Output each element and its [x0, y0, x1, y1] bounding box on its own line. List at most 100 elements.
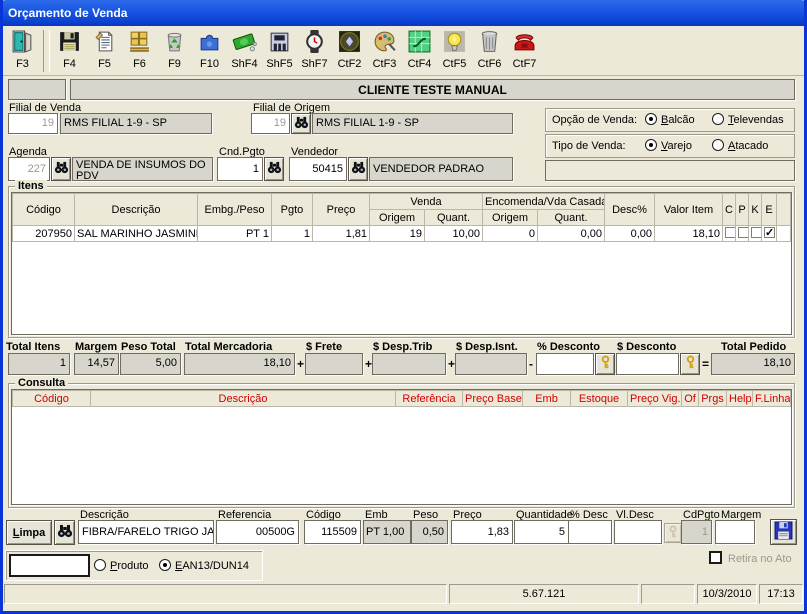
- consulta-col-preco-base[interactable]: Preço Base: [462, 390, 523, 407]
- col-k[interactable]: K: [748, 193, 763, 226]
- col-preco[interactable]: Preço: [312, 193, 370, 226]
- vendedor-code-field[interactable]: 50415: [289, 157, 347, 181]
- col-c[interactable]: C: [722, 193, 737, 226]
- toolbar-button-shf4[interactable]: ShF4: [227, 28, 262, 74]
- toolbar-button-label: ShF5: [266, 58, 293, 70]
- toolbar-button-f9[interactable]: F9: [157, 28, 192, 74]
- consulta-col-help[interactable]: Help: [726, 390, 753, 407]
- table-row[interactable]: 207950 SAL MARINHO JASMINE PT 1 1 1,81 1…: [12, 225, 791, 242]
- cell-venda-quant: 10,00: [423, 225, 484, 242]
- toolbar-button-f3[interactable]: F3: [5, 28, 40, 74]
- checkbox-e[interactable]: [764, 226, 776, 239]
- toolbar-button-ctf2[interactable]: CtF2: [332, 28, 367, 74]
- header-left-box: [8, 79, 66, 100]
- binoculars-icon: [351, 161, 366, 177]
- col-descricao[interactable]: Descrição: [74, 193, 198, 226]
- consulta-col-preco-vig[interactable]: Preço Vig.: [627, 390, 682, 407]
- entry-save-button[interactable]: [770, 519, 797, 545]
- consulta-col-descricao[interactable]: Descrição: [90, 390, 396, 407]
- entry-search-button[interactable]: [54, 520, 75, 545]
- consulta-col-estoque[interactable]: Estoque: [570, 390, 628, 407]
- pct-desconto-label: % Desconto: [537, 341, 600, 353]
- filial-origem-code-field[interactable]: 19: [251, 113, 290, 134]
- consulta-col-referencia[interactable]: Referência: [395, 390, 463, 407]
- col-emb-peso[interactable]: Embg./Peso: [197, 193, 272, 226]
- entry-pct-desc-field[interactable]: [568, 520, 612, 544]
- frete-field: [305, 353, 363, 375]
- entry-margem-field[interactable]: [715, 520, 755, 544]
- filial-origem-search-button[interactable]: [291, 113, 311, 134]
- barcode-panel: Produto EAN13/DUN14: [5, 550, 263, 581]
- checkbox-p[interactable]: [738, 226, 748, 238]
- radio-balcao[interactable]: [645, 113, 657, 125]
- radio-produto-label[interactable]: Produto: [110, 561, 149, 572]
- desconto-key-button[interactable]: [680, 353, 700, 375]
- toolbar-button-f5[interactable]: F5: [87, 28, 122, 74]
- radio-varejo-label[interactable]: Varejo: [661, 141, 692, 152]
- radio-televendas-label[interactable]: Televendas: [728, 115, 784, 126]
- toolbar-button-ctf4[interactable]: CtF4: [402, 28, 437, 74]
- pct-desconto-field[interactable]: [536, 353, 594, 375]
- toolbar-button-f6[interactable]: F6: [122, 28, 157, 74]
- radio-atacado[interactable]: [712, 139, 724, 151]
- toolbar-button-ctf6[interactable]: CtF6: [472, 28, 507, 74]
- checkbox-c[interactable]: [725, 226, 735, 238]
- consulta-grid-area[interactable]: Código Descrição Referência Preço Base E…: [11, 389, 792, 505]
- consulta-col-emb[interactable]: Emb: [522, 390, 571, 407]
- radio-produto[interactable]: [94, 559, 106, 571]
- filial-venda-code-field[interactable]: 19: [8, 113, 58, 134]
- toolbar-button-ctf5[interactable]: CtF5: [437, 28, 472, 74]
- consulta-col-prgs[interactable]: Prgs: [698, 390, 727, 407]
- radio-ean13[interactable]: [159, 559, 171, 571]
- radio-varejo[interactable]: [645, 139, 657, 151]
- entry-quantidade-field[interactable]: 5: [514, 520, 569, 544]
- entry-preco-field[interactable]: 1,83: [451, 520, 513, 544]
- consulta-col-flinha[interactable]: F.Linha: [752, 390, 791, 407]
- radio-atacado-label[interactable]: Atacado: [728, 141, 768, 152]
- cnd-pgto-search-button[interactable]: [264, 157, 284, 181]
- consulta-col-codigo[interactable]: Código: [12, 390, 91, 407]
- entry-referencia-field[interactable]: 00500G: [216, 520, 299, 544]
- toolbar-button-shf7[interactable]: ShF7: [297, 28, 332, 74]
- radio-televendas[interactable]: [712, 113, 724, 125]
- cell-venda-origem: 19: [369, 225, 425, 242]
- toolbar-button-label: CtF6: [477, 58, 502, 70]
- vendedor-name-display: VENDEDOR PADRAO: [369, 157, 513, 181]
- entry-codigo-field[interactable]: 115509: [304, 520, 361, 544]
- toolbar-button-ctf7[interactable]: CtF7: [507, 28, 542, 74]
- toolbar-button-shf5[interactable]: ShF5: [262, 28, 297, 74]
- desconto-field[interactable]: [616, 353, 679, 375]
- col-p[interactable]: P: [735, 193, 750, 226]
- col-desc-pct[interactable]: Desc%: [604, 193, 656, 226]
- margem-label: Margem: [75, 341, 118, 353]
- toolbar-button-f10[interactable]: F10: [192, 28, 227, 74]
- col-venda-origem[interactable]: Origem: [369, 209, 425, 226]
- retira-no-ato-checkbox[interactable]: [709, 551, 722, 564]
- itens-grid-area[interactable]: Código Descrição Embg./Peso Pgto Preço V…: [11, 192, 792, 335]
- vendedor-search-button[interactable]: [348, 157, 368, 181]
- col-venda-quant[interactable]: Quant.: [423, 209, 484, 226]
- total-pedido-label: Total Pedido: [721, 341, 787, 353]
- col-enc-quant[interactable]: Quant.: [537, 209, 606, 226]
- checkbox-k[interactable]: [751, 226, 761, 238]
- limpa-button[interactable]: Limpa: [6, 520, 52, 545]
- agenda-code-field[interactable]: 227: [8, 157, 50, 181]
- title-bar[interactable]: Orçamento de Venda: [3, 0, 804, 26]
- col-pgto[interactable]: Pgto: [271, 193, 313, 226]
- radio-ean13-label[interactable]: EAN13/DUN14: [175, 561, 249, 572]
- toolbar-button-f4[interactable]: F4: [52, 28, 87, 74]
- cnd-pgto-field[interactable]: 1: [217, 157, 263, 181]
- col-e[interactable]: E: [761, 193, 778, 226]
- agenda-search-button[interactable]: [51, 157, 71, 181]
- entry-descricao-field[interactable]: FIBRA/FARELO TRIGO JA: [78, 520, 214, 544]
- pct-desconto-key-button[interactable]: [595, 353, 615, 375]
- entry-vl-desc-field[interactable]: [614, 520, 662, 544]
- col-valor-item[interactable]: Valor Item: [654, 193, 724, 226]
- col-enc-origem[interactable]: Origem: [482, 209, 539, 226]
- col-codigo[interactable]: Código: [12, 193, 75, 226]
- barcode-input[interactable]: [9, 554, 90, 577]
- status-date-panel: 10/3/2010: [697, 584, 757, 604]
- radio-balcao-label[interactable]: Balcão: [661, 115, 695, 126]
- toolbar-button-ctf3[interactable]: CtF3: [367, 28, 402, 74]
- consulta-col-of[interactable]: Of: [681, 390, 699, 407]
